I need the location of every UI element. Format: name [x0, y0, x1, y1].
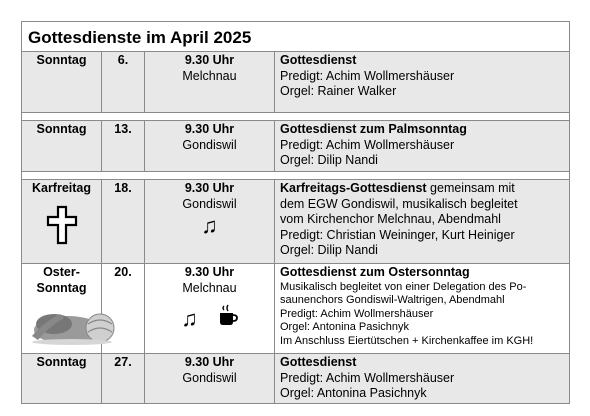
coffee-cup-icon — [218, 304, 238, 327]
organ-line: Orgel: Rainer Walker — [280, 84, 397, 98]
time-cell: 9.30 Uhr Gondiswil — [144, 353, 275, 404]
day-label-line1: Oster- — [43, 265, 80, 279]
day-cell: Sonntag — [21, 120, 102, 172]
service-heading: Gottesdienst zum Ostersonntag — [280, 265, 470, 279]
day-cell: Karfreitag — [21, 179, 102, 264]
preacher-line: Predigt: Achim Wollmershäuser — [280, 68, 455, 83]
preacher-line: Predigt: Christian Weininger, Kurt Heini… — [280, 227, 515, 242]
organ-line: Orgel: Antonina Pasichnyk — [280, 321, 410, 333]
time-label: 9.30 Uhr — [184, 122, 235, 136]
place-label: Melchnau — [182, 68, 237, 83]
time-cell: 9.30 Uhr Gondiswil — [144, 120, 275, 172]
description-cell: Gottesdienst zum Ostersonntag Musikalisc… — [273, 263, 571, 354]
day-cell: Oster- Sonntag — [21, 263, 115, 354]
time-label: 9.30 Uhr — [184, 181, 235, 195]
time-label: 9.30 Uhr — [184, 265, 235, 279]
day-cell: Sonntag — [21, 353, 102, 404]
service-heading: Gottesdienst zum Palmsonntag — [280, 122, 467, 136]
music-note-icon: ♫ — [201, 213, 218, 238]
place-label: Melchnau — [182, 280, 237, 295]
description-line: Musikalisch begleitet von einer Delegati… — [280, 280, 527, 293]
schedule-title: Gottesdienste im April 2025 — [20, 21, 571, 52]
day-label-line2: Sonntag — [36, 280, 87, 295]
time-cell: 9.30 Uhr Melchnau ♫ — [144, 263, 275, 354]
service-heading: Gottesdienst — [280, 53, 357, 67]
note-line: Im Anschluss Eiertütschen + Kirchenkaffe… — [280, 334, 534, 347]
description-line: vom Kirchenchor Melchnau, Abendmahl — [280, 212, 501, 226]
description-cell: Gottesdienst Predigt: Achim Wollmershäus… — [273, 51, 571, 113]
table-row: Sonntag 6. 9.30 Uhr Melchnau Gottesdiens… — [21, 51, 571, 113]
preacher-line: Predigt: Achim Wollmershäuser — [280, 370, 455, 385]
table-row: Sonntag 27. 9.30 Uhr Gondiswil Gottesdie… — [21, 353, 571, 404]
time-cell: 9.30 Uhr Melchnau — [144, 51, 275, 113]
date-cell: 27. — [101, 353, 145, 404]
organ-line: Orgel: Dilip Nandi — [280, 153, 378, 167]
schedule-table: Gottesdienste im April 2025 Sonntag 6. 9… — [20, 21, 571, 404]
date-cell: 6. — [101, 51, 145, 113]
organ-line: Orgel: Antonina Pasichnyk — [280, 386, 427, 400]
description-line: dem EGW Gondiswil, musikalisch begleitet — [280, 196, 518, 211]
preacher-line: Predigt: Achim Wollmershäuser — [280, 137, 455, 152]
place-label: Gondiswil — [182, 137, 237, 152]
music-note-icon: ♫ — [181, 306, 198, 331]
service-heading: Gottesdienst — [280, 355, 357, 369]
place-label: Gondiswil — [182, 196, 237, 211]
cross-icon — [45, 205, 79, 250]
preacher-line: Predigt: Achim Wollmershäuser — [280, 307, 434, 320]
time-label: 9.30 Uhr — [184, 53, 235, 67]
date-cell: 13. — [101, 120, 145, 172]
description-cell: Gottesdienst Predigt: Achim Wollmershäus… — [273, 353, 571, 404]
description-cell: Karfreitags-Gottesdienst gemeinsam mit d… — [273, 179, 571, 264]
table-row: Karfreitag 18. 9.30 Uhr Gondiswil ♫ Karf… — [21, 179, 571, 264]
easter-bunny-image — [24, 302, 120, 351]
worship-schedule: Gottesdienste im April 2025 Sonntag 6. 9… — [20, 21, 571, 404]
day-label: Karfreitag — [31, 181, 92, 195]
time-cell: 9.30 Uhr Gondiswil ♫ — [144, 179, 275, 264]
organ-line: Orgel: Dilip Nandi — [280, 243, 378, 257]
day-cell: Sonntag — [21, 51, 102, 113]
table-row: Oster- Sonntag 20. 9.30 Uhr Melchnau ♫ G… — [21, 263, 571, 354]
description-line: saunenchors Gondiswil-Waltrigen, Abendma… — [280, 294, 505, 306]
heading-suffix: gemeinsam mit — [426, 181, 515, 195]
service-heading: Karfreitags-Gottesdienst — [280, 181, 427, 195]
place-label: Gondiswil — [182, 370, 237, 385]
table-row: Sonntag 13. 9.30 Uhr Gondiswil Gottesdie… — [21, 120, 571, 172]
description-cell: Gottesdienst zum Palmsonntag Predigt: Ac… — [273, 120, 571, 172]
time-label: 9.30 Uhr — [184, 355, 235, 369]
date-cell: 18. — [101, 179, 145, 264]
